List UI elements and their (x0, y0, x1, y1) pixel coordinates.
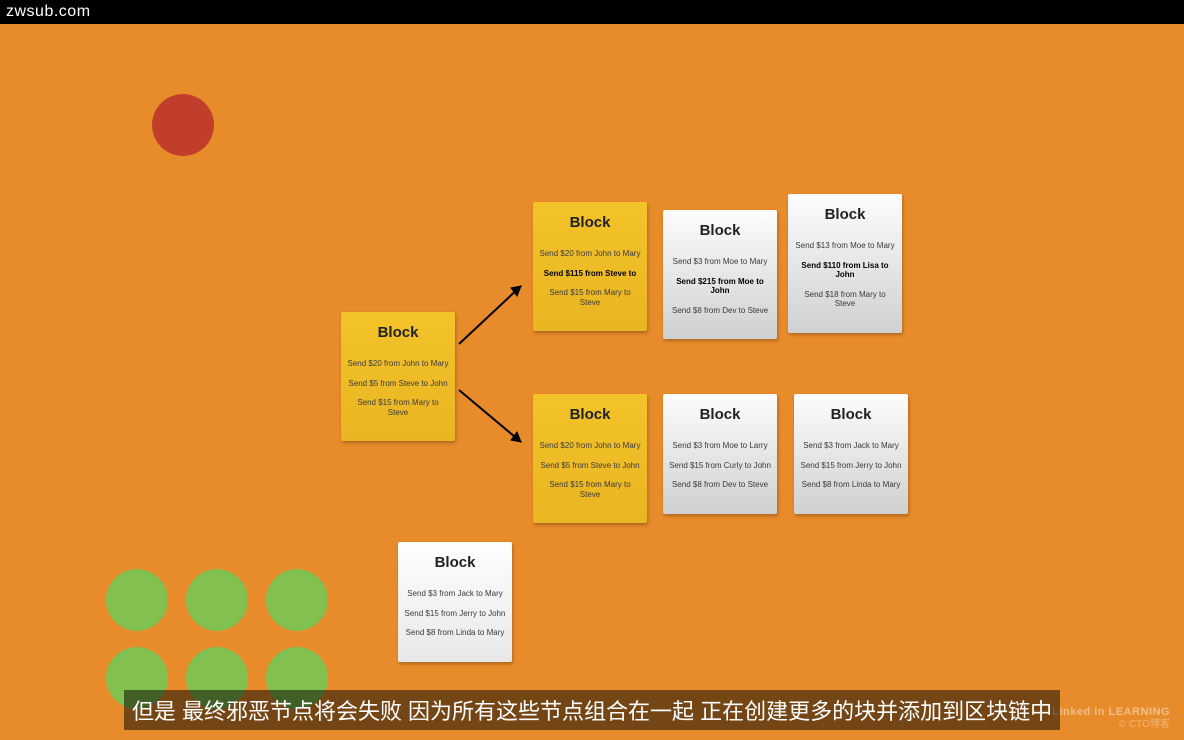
subtitle-text: 但是 最终邪恶节点将会失败 因为所有这些节点组合在一起 正在创建更多的块并添加到… (124, 690, 1060, 730)
bad-node-dot (152, 94, 214, 156)
block-title: Block (669, 406, 771, 423)
block-top-chain-2: Block Send $3 from Moe to Mary Send $215… (663, 210, 777, 339)
transaction-line: Send $15 from Curly to John (669, 461, 771, 471)
diagram-stage: Block Send $20 from John to Mary Send $5… (0, 24, 1184, 740)
block-title: Block (539, 214, 641, 231)
block-title: Block (404, 554, 506, 571)
transaction-line: Send $20 from John to Mary (539, 249, 641, 259)
block-title: Block (794, 206, 896, 223)
transaction-line: Send $18 from Mary to Steve (794, 290, 896, 309)
arrow-top (455, 274, 535, 354)
block-bottom-chain-2: Block Send $3 from Moe to Larry Send $15… (663, 394, 777, 514)
transaction-line: Send $8 from Dev to Steve (669, 480, 771, 490)
transaction-line: Send $15 from Mary to Steve (539, 480, 641, 499)
transaction-line: Send $13 from Moe to Mary (794, 241, 896, 251)
block-title: Block (539, 406, 641, 423)
good-node-dot (106, 569, 168, 631)
arrow-bottom (455, 382, 535, 462)
block-title: Block (669, 222, 771, 239)
transaction-line: Send $8 from Linda to Mary (404, 628, 506, 638)
good-node-dot (266, 569, 328, 631)
transaction-line: Send $3 from Jack to Mary (404, 589, 506, 599)
transaction-line: Send $8 from Linda to Mary (800, 480, 902, 490)
transaction-line: Send $15 from Mary to Steve (539, 288, 641, 307)
site-header: zwsub.com (0, 0, 1184, 24)
transaction-line: Send $15 from Jerry to John (800, 461, 902, 471)
transaction-line: Send $8 from Dev to Steve (669, 306, 771, 316)
transaction-line: Send $3 from Moe to Mary (669, 257, 771, 267)
block-fork-bottom: Block Send $20 from John to Mary Send $5… (533, 394, 647, 523)
block-title: Block (800, 406, 902, 423)
transaction-line: Send $15 from Mary to Steve (347, 398, 449, 417)
transaction-line: Send $215 from Moe to John (669, 277, 771, 296)
transaction-line: Send $20 from John to Mary (539, 441, 641, 451)
transaction-line: Send $3 from Jack to Mary (800, 441, 902, 451)
transaction-line: Send $5 from Steve to John (347, 379, 449, 389)
transaction-line: Send $115 from Steve to (539, 269, 641, 279)
site-name: zwsub.com (6, 3, 91, 20)
block-title: Block (347, 324, 449, 341)
transaction-line: Send $110 from Lisa to John (794, 261, 896, 280)
transaction-line: Send $5 from Steve to John (539, 461, 641, 471)
good-node-dot (186, 569, 248, 631)
subtitle-bar: 但是 最终邪恶节点将会失败 因为所有这些节点组合在一起 正在创建更多的块并添加到… (0, 690, 1184, 730)
transaction-line: Send $3 from Moe to Larry (669, 441, 771, 451)
block-top-chain-3: Block Send $13 from Moe to Mary Send $11… (788, 194, 902, 333)
block-fork-top: Block Send $20 from John to Mary Send $1… (533, 202, 647, 331)
block-extra: Block Send $3 from Jack to Mary Send $15… (398, 542, 512, 662)
block-bottom-chain-3: Block Send $3 from Jack to Mary Send $15… (794, 394, 908, 514)
transaction-line: Send $20 from John to Mary (347, 359, 449, 369)
transaction-line: Send $15 from Jerry to John (404, 609, 506, 619)
block-root: Block Send $20 from John to Mary Send $5… (341, 312, 455, 441)
